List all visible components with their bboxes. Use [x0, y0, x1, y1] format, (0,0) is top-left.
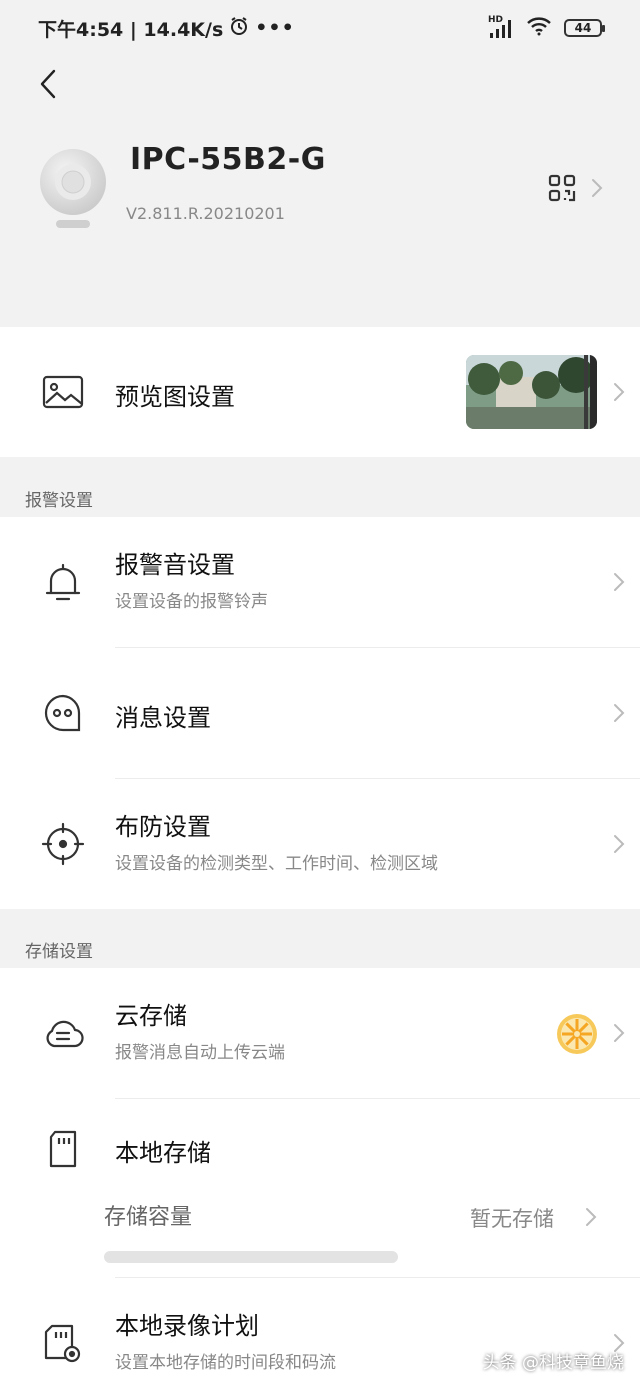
cloud-icon [40, 1010, 86, 1056]
chevron-right-icon [614, 573, 625, 591]
local-record-plan-subtitle: 设置本地存储的时间段和码流 [115, 1353, 336, 1373]
local-storage-title: 本地存储 [115, 1139, 211, 1167]
storage-capacity-label: 存储容量 [104, 1205, 193, 1230]
preview-title: 预览图设置 [115, 383, 235, 411]
image-icon [40, 369, 86, 415]
orange-slice-icon [556, 1013, 598, 1055]
storage-capacity-row[interactable]: 存储容量 暂无存储 [0, 1179, 640, 1249]
arming-settings-row[interactable]: 布防设置 设置设备的检测类型、工作时间、检测区域 [0, 779, 640, 909]
message-settings-title: 消息设置 [115, 704, 211, 732]
status-time-speed: 下午4:54 | 14.4K/s [38, 18, 224, 41]
preview-card[interactable]: 预览图设置 [0, 327, 640, 457]
device-name: IPC-55B2-G [130, 142, 326, 177]
device-version: V2.811.R.20210201 [126, 204, 285, 223]
storage-card: 云存储 报警消息自动上传云端 本地存储 存储容量 暂无存储 本地录像计划 设置本… [0, 968, 640, 1387]
status-left: 下午4:54 | 14.4K/s ••• [38, 15, 295, 42]
storage-section-label: 存储设置 [25, 942, 93, 962]
chevron-right-icon [614, 1024, 625, 1042]
device-qr-button[interactable] [548, 174, 604, 202]
cloud-storage-subtitle: 报警消息自动上传云端 [115, 1043, 285, 1063]
crosshair-icon [40, 821, 86, 867]
local-record-plan-title: 本地录像计划 [115, 1312, 259, 1340]
alarm-section-label: 报警设置 [25, 491, 93, 511]
cloud-storage-row[interactable]: 云存储 报警消息自动上传云端 [0, 968, 640, 1098]
alarm-clock-icon [229, 16, 249, 41]
arming-settings-subtitle: 设置设备的检测类型、工作时间、检测区域 [115, 854, 438, 874]
sd-card-record-icon [40, 1320, 86, 1366]
message-settings-row[interactable]: 消息设置 [0, 648, 640, 778]
local-storage-section: 本地存储 存储容量 暂无存储 [0, 1099, 640, 1277]
device-header: IPC-55B2-G V2.811.R.20210201 [0, 130, 640, 240]
alarm-sound-subtitle: 设置设备的报警铃声 [115, 592, 268, 612]
arming-settings-title: 布防设置 [115, 813, 211, 841]
preview-thumbnail [466, 355, 597, 429]
back-arrow-icon [40, 69, 56, 99]
status-right: HD 44 [488, 15, 605, 41]
alarm-sound-row[interactable]: 报警音设置 设置设备的报警铃声 [0, 517, 640, 647]
camera-avatar-icon [40, 146, 110, 230]
status-dots: ••• [255, 17, 295, 39]
message-bubble-icon [40, 690, 86, 736]
back-button[interactable] [30, 62, 66, 106]
qr-code-icon [548, 174, 576, 202]
watermark: 头条 @科技章鱼烧 [482, 1353, 624, 1373]
signal-icon: HD [488, 15, 514, 39]
chevron-right-icon [592, 179, 603, 197]
status-bar: 下午4:54 | 14.4K/s ••• HD 44 [0, 0, 640, 56]
cloud-storage-title: 云存储 [115, 1002, 187, 1030]
chevron-right-icon [586, 1208, 597, 1226]
chevron-right-icon [614, 835, 625, 853]
chevron-right-icon [614, 383, 625, 401]
alarm-card: 报警音设置 设置设备的报警铃声 消息设置 布防设置 设置设备的检测类型、工作时间… [0, 517, 640, 909]
wifi-icon [526, 16, 552, 41]
battery-icon: 44 [564, 19, 605, 37]
storage-progress-bar [104, 1251, 398, 1263]
chevron-right-icon [614, 704, 625, 722]
alarm-sound-title: 报警音设置 [115, 551, 235, 579]
storage-capacity-value: 暂无存储 [470, 1207, 554, 1231]
bell-icon [40, 559, 86, 605]
sd-card-icon [40, 1126, 86, 1172]
